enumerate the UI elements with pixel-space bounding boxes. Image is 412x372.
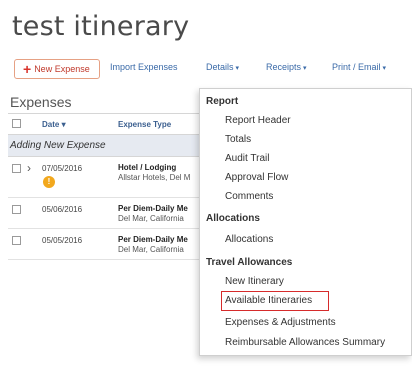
menu-item-approval-flow[interactable]: Approval Flow [225,172,288,183]
print-email-label: Print / Email [332,62,381,72]
menu-item-reimbursable-allowances-summary[interactable]: Reimbursable Allowances Summary [225,337,385,348]
expense-type-column-header[interactable]: Expense Type [118,120,171,129]
row-checkbox[interactable] [12,205,21,214]
receipts-menu-button[interactable]: Receipts ▾ [266,62,307,72]
date-column-header[interactable]: Date ▾ [42,120,66,129]
import-expenses-button[interactable]: Import Expenses [110,62,178,72]
toolbar: + New Expense Import Expenses Details ▾ R… [14,59,412,81]
chevron-right-icon[interactable]: › [27,161,31,175]
print-email-menu-button[interactable]: Print / Email ▾ [332,62,386,72]
chevron-down-icon: ▾ [303,65,307,72]
chevron-down-icon: ▾ [235,65,240,72]
menu-item-available-itineraries[interactable]: Available Itineraries [225,295,312,306]
details-menu-button[interactable]: Details ▾ [206,62,239,72]
row-date: 05/05/2016 [42,236,83,245]
row-expense-type: Hotel / Lodging [118,163,177,172]
row-vendor: Allstar Hotels, Del M [118,173,191,182]
row-date: 07/05/2016 [42,164,83,173]
page-title: test itinerary [12,11,190,42]
menu-item-new-itinerary[interactable]: New Itinerary [225,276,284,287]
row-vendor: Del Mar, California [118,245,184,254]
row-expense-type: Per Diem-Daily Me [118,204,188,213]
details-label: Details [206,62,234,72]
menu-item-report-header[interactable]: Report Header [225,115,291,126]
new-expense-button[interactable]: + New Expense [14,59,100,79]
row-checkbox[interactable] [12,236,21,245]
receipts-label: Receipts [266,62,302,72]
expenses-section-title: Expenses [10,94,72,110]
plus-icon: + [23,61,32,77]
menu-header-travel-allowances: Travel Allowances [206,257,293,268]
menu-item-allocations[interactable]: Allocations [225,234,273,245]
row-checkbox[interactable] [12,164,21,173]
menu-item-expenses-adjustments[interactable]: Expenses & Adjustments [225,317,336,328]
menu-header-report: Report [206,96,239,107]
menu-header-allocations: Allocations [206,213,260,224]
menu-item-audit-trail[interactable]: Audit Trail [225,153,269,164]
menu-item-comments[interactable]: Comments [225,191,273,202]
row-date: 05/06/2016 [42,205,83,214]
group-label: Adding New Expense [10,140,106,151]
select-all-checkbox[interactable] [12,119,21,128]
chevron-down-icon: ▾ [382,65,387,72]
menu-item-totals[interactable]: Totals [225,134,251,145]
row-expense-type: Per Diem-Daily Me [118,235,188,244]
row-vendor: Del Mar, California [118,214,184,223]
details-dropdown-menu: Report Report Header Totals Audit Trail … [199,88,412,356]
new-expense-label: New Expense [34,64,90,74]
receipt-warning-icon: ! [43,176,55,188]
